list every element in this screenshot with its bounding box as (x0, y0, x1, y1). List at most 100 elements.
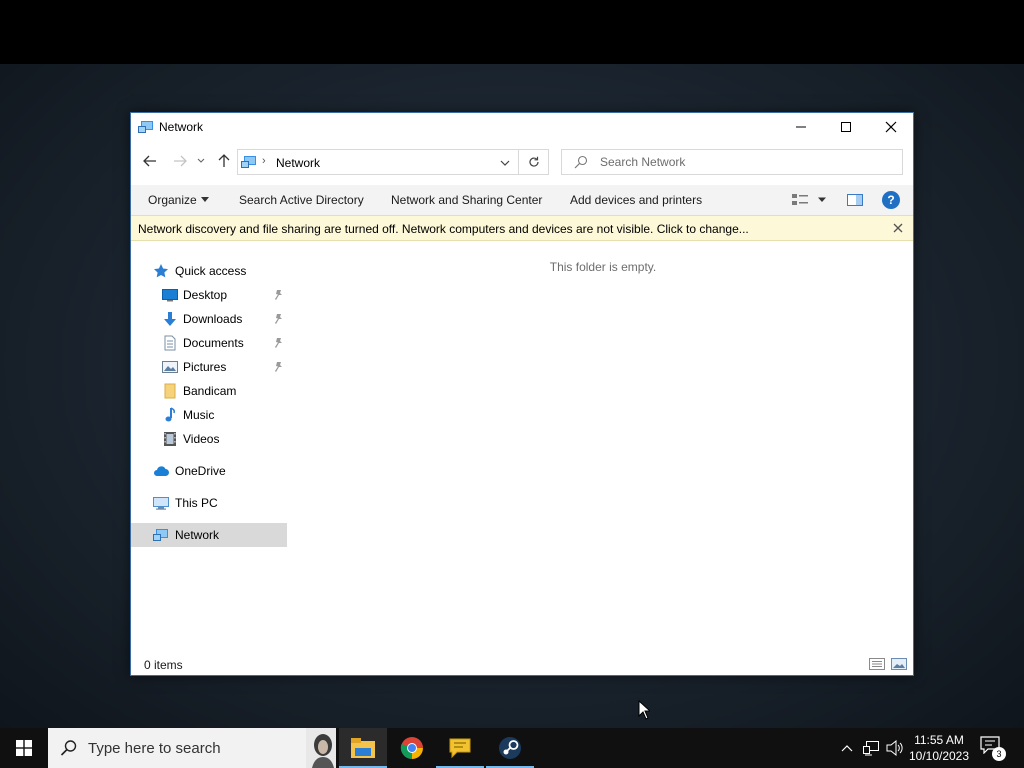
nav-label: Documents (183, 336, 244, 350)
close-icon (885, 121, 897, 133)
chat-bubble-icon (449, 738, 471, 759)
caret-down-icon (200, 197, 209, 202)
up-arrow-icon (218, 154, 230, 167)
chevron-down-icon (197, 158, 205, 163)
forward-button[interactable] (171, 152, 189, 170)
nav-this-pc[interactable]: This PC (131, 491, 287, 515)
taskbar-clock[interactable]: 11:55 AM 10/10/2023 (906, 732, 972, 764)
nav-label: Pictures (183, 360, 227, 374)
show-hidden-icons-button[interactable] (838, 739, 856, 757)
file-explorer-icon (351, 738, 375, 758)
caret-down-icon (818, 197, 826, 202)
nav-downloads[interactable]: Downloads (131, 307, 287, 331)
network-icon (241, 156, 256, 168)
clock-time: 11:55 AM (914, 733, 964, 747)
star-icon (154, 264, 168, 278)
infobar-close-button[interactable] (891, 221, 905, 235)
videos-icon (164, 432, 176, 446)
window-title: Network (159, 120, 204, 134)
details-view-icon[interactable] (869, 657, 885, 671)
nav-label: Videos (183, 432, 220, 446)
nav-music[interactable]: Music (131, 403, 287, 427)
taskbar-steam[interactable] (486, 728, 534, 768)
minimize-button[interactable] (778, 113, 824, 141)
preview-pane-icon (847, 194, 863, 206)
nav-bandicam[interactable]: Bandicam (131, 379, 287, 403)
network-tray-button[interactable] (862, 739, 880, 757)
preview-pane-button[interactable] (847, 192, 863, 208)
recent-locations-button[interactable] (195, 152, 207, 170)
nav-documents[interactable]: Documents (131, 331, 287, 355)
pin-icon (275, 362, 282, 372)
search-input[interactable] (600, 152, 890, 172)
volume-tray-button[interactable] (886, 739, 904, 757)
search-highlight-image (306, 728, 336, 768)
taskbar-chrome[interactable] (388, 728, 436, 768)
forward-arrow-icon (174, 155, 187, 167)
address-history-button[interactable] (496, 155, 514, 171)
chevron-down-icon (500, 160, 510, 166)
notification-count-badge: 3 (992, 747, 1006, 761)
status-bar: 0 items (131, 653, 913, 675)
action-center-button[interactable]: 3 (980, 736, 1006, 761)
breadcrumb-separator[interactable]: › (262, 155, 266, 167)
infobar-message[interactable]: Network discovery and file sharing are t… (138, 222, 749, 236)
pin-icon (275, 290, 282, 300)
network-icon (153, 529, 168, 541)
address-row: › Network (131, 141, 913, 181)
address-bar[interactable]: › Network (237, 149, 549, 175)
up-button[interactable] (215, 152, 233, 170)
network-discovery-infobar[interactable]: Network discovery and file sharing are t… (131, 215, 913, 241)
taskbar-file-explorer[interactable] (339, 728, 387, 768)
help-button[interactable]: ? (882, 191, 900, 209)
nav-desktop[interactable]: Desktop (131, 283, 287, 307)
network-sharing-center-button[interactable]: Network and Sharing Center (391, 193, 542, 207)
close-icon (893, 223, 903, 233)
view-more-button[interactable] (817, 192, 827, 208)
maximize-button[interactable] (823, 113, 869, 141)
nav-label: Music (183, 408, 215, 422)
minimize-icon (796, 126, 806, 128)
start-button[interactable] (0, 728, 48, 768)
nav-label: Network (175, 528, 220, 542)
pictures-icon (162, 361, 178, 373)
large-icons-view-icon[interactable] (891, 657, 907, 671)
organize-label: Organize (148, 193, 197, 207)
nav-videos[interactable]: Videos (131, 427, 287, 451)
steam-icon (499, 737, 521, 759)
search-box[interactable] (561, 149, 903, 175)
mouse-cursor-icon (638, 700, 650, 720)
back-button[interactable] (141, 152, 159, 170)
change-view-button[interactable] (792, 192, 808, 208)
pin-icon (275, 338, 282, 348)
refresh-button[interactable] (518, 150, 548, 174)
nav-pictures[interactable]: Pictures (131, 355, 287, 379)
add-devices-button[interactable]: Add devices and printers (570, 193, 702, 207)
taskbar-search-box[interactable]: Type here to search (48, 728, 336, 768)
view-options-icon (792, 194, 808, 205)
title-bar[interactable]: Network (131, 113, 913, 141)
nav-network[interactable]: Network (131, 523, 287, 547)
breadcrumb-network[interactable]: Network (276, 156, 320, 170)
ethernet-icon (863, 741, 879, 756)
cloud-icon (154, 466, 169, 476)
chrome-icon (400, 737, 423, 759)
folder-icon (164, 383, 176, 399)
item-count: 0 items (144, 658, 183, 672)
pin-icon (275, 314, 282, 324)
command-bar: Organize Search Active Directory Network… (131, 185, 913, 215)
maximize-icon (841, 122, 851, 132)
windows-logo-icon (16, 740, 32, 756)
nav-label: Downloads (183, 312, 243, 326)
close-button[interactable] (868, 113, 914, 141)
nav-label: Quick access (175, 264, 247, 278)
organize-menu[interactable]: Organize (148, 193, 209, 207)
taskbar-messenger[interactable] (436, 728, 484, 768)
file-list[interactable]: This folder is empty. (289, 243, 913, 653)
nav-onedrive[interactable]: OneDrive (131, 459, 287, 483)
desktop-icon (162, 289, 178, 302)
nav-quick-access[interactable]: Quick access (131, 259, 287, 283)
search-active-directory-button[interactable]: Search Active Directory (239, 193, 364, 207)
refresh-icon (528, 156, 539, 167)
taskbar-search-placeholder: Type here to search (88, 740, 221, 757)
